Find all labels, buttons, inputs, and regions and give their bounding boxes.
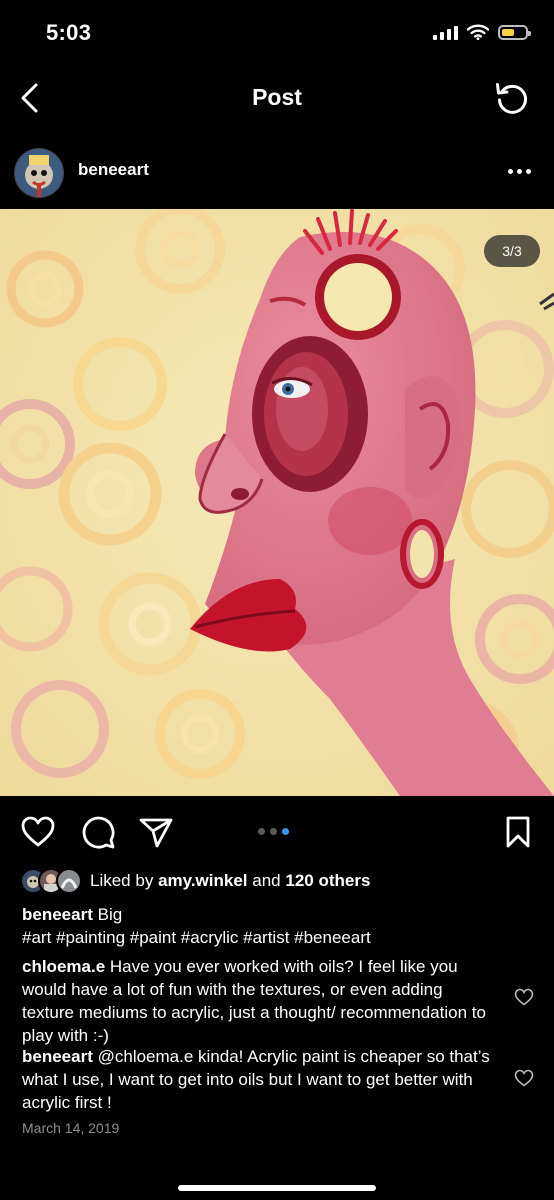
battery-icon	[498, 24, 531, 40]
likes-count[interactable]: 120 others	[285, 871, 370, 890]
caption-username[interactable]: beneeart	[22, 905, 93, 924]
send-icon[interactable]	[138, 814, 174, 850]
carousel-dot	[258, 828, 265, 835]
image-counter: 3/3	[484, 235, 540, 267]
comment-icon[interactable]	[80, 814, 116, 850]
comment-like-heart-icon[interactable]	[514, 1069, 534, 1087]
status-time: 5:03	[46, 20, 92, 45]
home-indicator[interactable]	[178, 1185, 376, 1191]
post-date: March 14, 2019	[22, 1120, 120, 1136]
battery-fill	[502, 28, 514, 36]
post-image[interactable]: 3/3	[0, 209, 554, 796]
comment-username[interactable]: chloema.e	[22, 957, 105, 976]
liker-username[interactable]: amy.winkel	[158, 871, 247, 890]
likes-row[interactable]: Liked by amy.winkel and 120 others	[20, 868, 370, 894]
bookmark-icon[interactable]	[500, 814, 536, 850]
carousel-dot	[270, 828, 277, 835]
comment: chloema.e Have you ever worked with oils…	[22, 955, 497, 1047]
navigation-bar: Post	[0, 64, 554, 132]
carousel-indicator	[258, 828, 289, 835]
comment-username[interactable]: beneeart	[22, 1047, 93, 1066]
comment-text: @chloema.e kinda! Acrylic paint is cheap…	[22, 1047, 490, 1112]
post-username[interactable]: beneeart	[78, 160, 149, 180]
post-caption: beneeart Big	[22, 903, 532, 926]
avatar[interactable]	[14, 148, 64, 198]
status-icons	[433, 24, 531, 40]
carousel-dot	[282, 828, 289, 835]
more-options-icon[interactable]	[504, 162, 534, 180]
heart-icon[interactable]	[20, 814, 56, 850]
likes-prefix: Liked by	[90, 871, 154, 890]
page-title: Post	[252, 84, 302, 110]
wifi-icon	[467, 24, 489, 40]
liker-avatar	[56, 868, 82, 894]
post-header: beneeart	[0, 138, 554, 204]
caption-text: Big	[97, 905, 123, 924]
caption-hashtags[interactable]: #art #painting #paint #acrylic #artist #…	[22, 926, 371, 949]
comment: beneeart @chloema.e kinda! Acrylic paint…	[22, 1045, 497, 1114]
action-bar	[0, 806, 554, 858]
comment-like-heart-icon[interactable]	[514, 988, 534, 1006]
status-bar: 5:03	[0, 0, 554, 64]
cellular-signal-icon	[433, 24, 458, 40]
refresh-icon[interactable]	[492, 78, 532, 118]
likes-text: Liked by amy.winkel and 120 others	[90, 871, 370, 891]
likes-and: and	[252, 871, 281, 890]
painting-image	[0, 209, 554, 796]
